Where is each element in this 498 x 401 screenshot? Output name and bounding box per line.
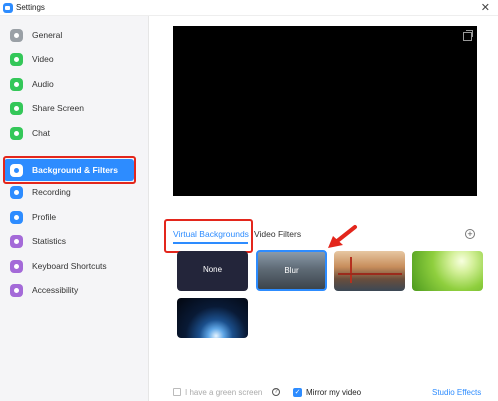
zoom-logo-icon	[3, 3, 13, 13]
red-arrow-annotation	[328, 225, 357, 248]
highlight-box-background-filters	[3, 156, 136, 184]
sidebar-item-profile[interactable]: Profile	[4, 206, 134, 228]
background-earth-tile[interactable]	[177, 298, 248, 338]
studio-effects-link[interactable]: Studio Effects	[432, 388, 481, 397]
statistics-icon	[10, 235, 23, 248]
background-none-label: None	[202, 265, 223, 274]
background-grass-tile[interactable]	[412, 251, 483, 291]
sidebar-item-audio[interactable]: Audio	[4, 73, 134, 95]
sidebar-item-accessibility[interactable]: Accessibility	[4, 279, 134, 301]
tab-video-filters[interactable]: Video Filters	[254, 229, 301, 239]
sidebar-item-general[interactable]: General	[4, 24, 134, 46]
video-icon	[10, 53, 23, 66]
background-blur-label: Blur	[284, 266, 299, 275]
share-screen-icon	[10, 102, 23, 115]
sidebar-item-label: Profile	[32, 212, 57, 222]
sidebar-item-keyboard-shortcuts[interactable]: Keyboard Shortcuts	[4, 255, 134, 277]
sidebar-item-label: Chat	[32, 128, 50, 138]
help-icon[interactable]: ?	[272, 388, 280, 396]
profile-icon	[10, 211, 23, 224]
sidebar-item-label: Statistics	[32, 236, 67, 246]
background-none-tile[interactable]: None	[177, 251, 248, 291]
sidebar-item-label: Video	[32, 54, 54, 64]
title-bar: Settings ✕	[0, 0, 498, 16]
video-preview	[173, 26, 477, 196]
sidebar-item-chat[interactable]: Chat	[4, 122, 134, 144]
expand-icon[interactable]	[463, 30, 473, 41]
highlight-box-virtual-backgrounds	[164, 219, 253, 253]
headphones-icon	[10, 78, 23, 91]
gear-icon	[10, 29, 23, 42]
sidebar-item-label: Audio	[32, 79, 54, 89]
green-screen-label: I have a green screen	[185, 388, 263, 397]
green-screen-checkbox[interactable]	[173, 388, 181, 396]
sidebar-item-label: Accessibility	[32, 285, 79, 295]
sidebar-item-statistics[interactable]: Statistics	[4, 230, 134, 252]
window-title: Settings	[16, 3, 45, 12]
accessibility-icon	[10, 284, 23, 297]
keyboard-icon	[10, 260, 23, 273]
sidebar-item-share-screen[interactable]: Share Screen	[4, 97, 134, 119]
sidebar-item-label: General	[32, 30, 63, 40]
sidebar-item-recording[interactable]: Recording	[4, 181, 134, 203]
sidebar-item-label: Keyboard Shortcuts	[32, 261, 107, 271]
sidebar-item-video[interactable]: Video	[4, 48, 134, 70]
close-icon[interactable]: ✕	[481, 1, 490, 14]
mirror-video-label: Mirror my video	[306, 388, 362, 397]
background-blur-tile[interactable]: Blur	[256, 250, 327, 291]
sidebar-item-label: Share Screen	[32, 103, 84, 113]
add-background-icon[interactable]: +	[465, 229, 475, 239]
sidebar-item-label: Recording	[32, 187, 71, 197]
chat-icon	[10, 127, 23, 140]
settings-sidebar: General Video Audio Share Screen Chat Ba…	[0, 16, 149, 401]
record-icon	[10, 186, 23, 199]
mirror-video-checkbox[interactable]: ✓	[293, 388, 302, 397]
background-bridge-tile[interactable]	[334, 251, 405, 291]
